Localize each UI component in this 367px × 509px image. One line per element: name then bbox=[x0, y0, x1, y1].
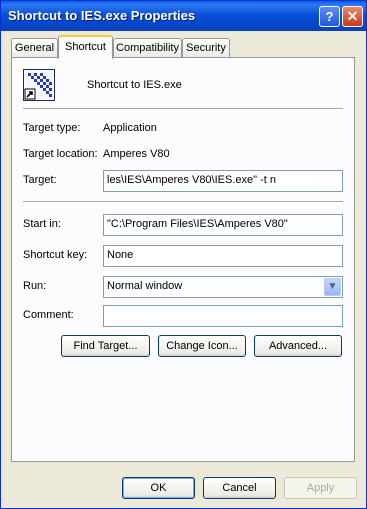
find-target-button[interactable]: Find Target... bbox=[61, 335, 150, 357]
start-in-label: Start in: bbox=[23, 218, 61, 230]
divider bbox=[23, 201, 343, 203]
tab-compatibility[interactable]: Compatibility bbox=[113, 38, 182, 57]
shortcut-key-label: Shortcut key: bbox=[23, 249, 88, 261]
ok-button[interactable]: OK bbox=[122, 477, 195, 499]
change-icon-button[interactable]: Change Icon... bbox=[158, 335, 246, 357]
help-button[interactable]: ? bbox=[319, 6, 340, 27]
target-location-value: Amperes V80 bbox=[103, 148, 170, 160]
ies-app-shortcut-icon bbox=[23, 69, 55, 101]
run-label: Run: bbox=[23, 280, 47, 292]
close-button[interactable]: ✕ bbox=[342, 6, 363, 27]
comment-label: Comment: bbox=[23, 309, 74, 321]
shortcut-name: Shortcut to IES.exe bbox=[87, 79, 182, 91]
target-type-label: Target type: bbox=[23, 122, 81, 134]
divider bbox=[23, 108, 343, 110]
apply-button[interactable]: Apply bbox=[284, 477, 357, 499]
target-location-label: Target location: bbox=[23, 148, 98, 160]
target-label: Target: bbox=[23, 174, 57, 186]
window-title: Shortcut to IES.exe Properties bbox=[8, 8, 196, 23]
cancel-button[interactable]: Cancel bbox=[203, 477, 276, 499]
tab-shortcut[interactable]: Shortcut bbox=[58, 35, 113, 59]
comment-field[interactable] bbox=[103, 305, 343, 327]
chevron-down-icon[interactable]: ▼ bbox=[324, 278, 341, 296]
tab-general[interactable]: General bbox=[11, 38, 58, 57]
run-select[interactable]: Normal window ▼ bbox=[103, 276, 343, 298]
title-bar[interactable]: Shortcut to IES.exe Properties ? ✕ bbox=[1, 1, 366, 31]
tab-security[interactable]: Security bbox=[182, 38, 230, 57]
advanced-button[interactable]: Advanced... bbox=[254, 335, 342, 357]
run-select-value: Normal window bbox=[107, 280, 183, 292]
start-in-field[interactable]: "C:\Program Files\IES\Amperes V80" bbox=[103, 214, 343, 236]
target-type-value: Application bbox=[103, 122, 157, 134]
shortcut-key-field[interactable]: None bbox=[103, 245, 343, 267]
target-field[interactable]: les\IES\Amperes V80\IES.exe" -t n bbox=[103, 170, 343, 192]
